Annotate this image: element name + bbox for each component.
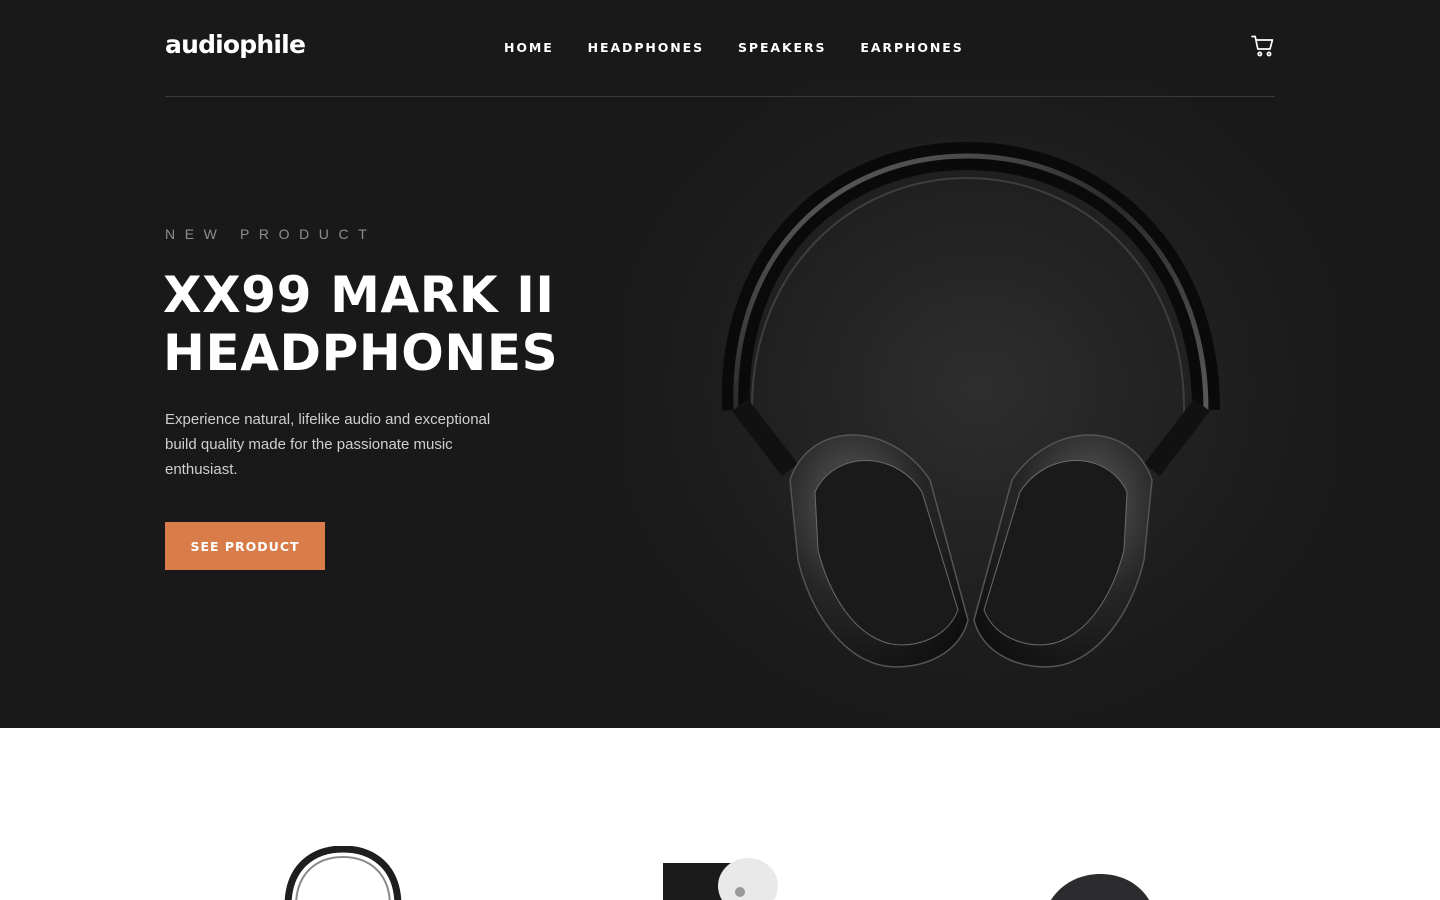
- hero-title-line1: XX99 MARK II: [163, 266, 555, 324]
- nav-headphones[interactable]: HEADPHONES: [588, 40, 704, 56]
- headphones-thumbnail[interactable]: [280, 846, 406, 900]
- nav-speakers[interactable]: SPEAKERS: [738, 40, 826, 56]
- categories-section: [0, 728, 1440, 900]
- hero-title: XX99 MARK II HEADPHONES: [163, 266, 683, 382]
- logo[interactable]: audiophile: [165, 30, 306, 59]
- hero-description: Experience natural, lifelike audio and e…: [165, 411, 491, 478]
- hero-section: audiophile HOME HEADPHONES SPEAKERS EARP…: [0, 0, 1440, 728]
- cart-icon[interactable]: [1251, 34, 1275, 58]
- earphones-thumbnail[interactable]: [1040, 870, 1160, 900]
- site-header: audiophile HOME HEADPHONES SPEAKERS EARP…: [165, 0, 1275, 97]
- hero-title-line2: HEADPHONES: [163, 324, 559, 382]
- nav-earphones[interactable]: EARPHONES: [860, 40, 963, 56]
- speaker-thumbnail[interactable]: [660, 858, 780, 900]
- see-product-button[interactable]: SEE PRODUCT: [165, 522, 325, 570]
- hero-overline: NEW PRODUCT: [165, 226, 377, 242]
- headphones-image: [721, 141, 1220, 668]
- main-nav: HOME HEADPHONES SPEAKERS EARPHONES: [504, 40, 998, 56]
- nav-home[interactable]: HOME: [504, 40, 554, 56]
